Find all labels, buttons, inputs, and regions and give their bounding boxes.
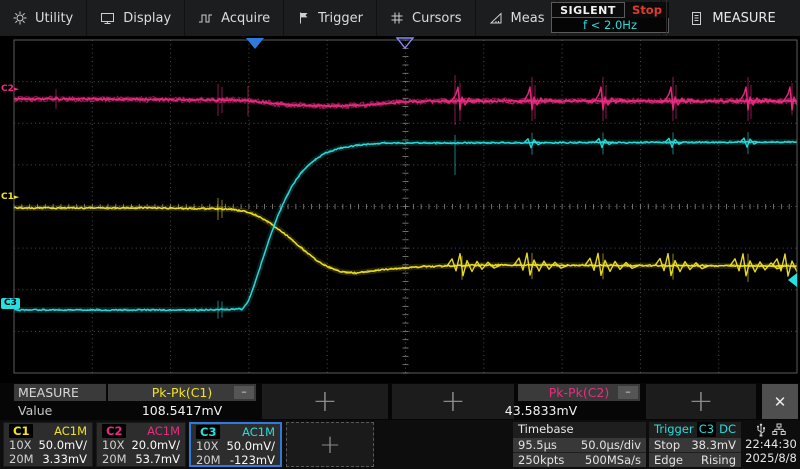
usb-icon <box>756 423 766 437</box>
menu-item-display[interactable]: Display <box>87 0 185 36</box>
measurement-slot-pkpk-c2[interactable]: Pk-Pk(C2) – 43.5833mV <box>518 384 640 419</box>
channel-box-c3-selected[interactable]: C3 AC1M 10X 50.0mV/ 20M -123mV <box>189 422 282 467</box>
sample-rate: 500MSa/s <box>585 453 641 467</box>
acquisition-status: Stop <box>625 2 669 18</box>
measurement-value: 108.5417mV <box>108 401 256 419</box>
trigger-type: Edge <box>654 453 683 467</box>
channel-id: C3 <box>196 425 220 439</box>
channel-offset: 3.33mV <box>42 452 87 466</box>
channel-id: C2 <box>102 424 126 438</box>
probe-attenuation: 10X <box>196 439 219 453</box>
measure-panel-button[interactable]: MEASURE <box>666 0 800 36</box>
trigger-title: Trigger <box>654 422 694 437</box>
gear-icon <box>13 11 27 25</box>
add-measurement-button[interactable]: + <box>646 384 756 419</box>
waveform-display[interactable]: C2► C1► C3 <box>0 36 800 383</box>
probe-attenuation: 10X <box>102 438 125 452</box>
measure-value-row-label: Value <box>14 401 106 419</box>
menu-item-cursors[interactable]: Cursors <box>377 0 476 36</box>
lan-icon <box>772 423 786 436</box>
channel-id: C1 <box>9 424 33 438</box>
volts-per-div: 20.0mV/ <box>131 438 180 452</box>
channel-offset: 53.7mV <box>135 452 180 466</box>
bandwidth-limit: 20M <box>102 452 127 466</box>
collapse-measurement-button[interactable]: – <box>234 386 254 399</box>
top-menu-bar: Utility Display Acquire Trigger Cursors … <box>0 0 800 36</box>
system-status: 22:44:30 2025/8/8 <box>744 422 798 467</box>
collapse-measurement-button[interactable]: – <box>618 386 638 399</box>
acquire-icon <box>198 11 213 25</box>
probe-attenuation: 10X <box>9 438 32 452</box>
clipboard-icon <box>691 11 702 26</box>
status-cluster: SIGLENT Stop f < 2.0Hz <box>551 2 669 34</box>
meas-icon <box>489 11 503 25</box>
channel-box-c2[interactable]: C2 AC1M 10X 20.0mV/ 20M 53.7mV <box>96 422 186 467</box>
measure-panel-button-label: MEASURE <box>712 11 775 26</box>
trigger-slope: Rising <box>701 453 736 467</box>
measure-statistics-bar: MEASURE Value Pk-Pk(C1) – 108.5417mV + +… <box>0 383 800 420</box>
channel-coupling: AC1M <box>242 425 275 439</box>
clock-time: 22:44:30 <box>744 437 798 451</box>
menu-label: Acquire <box>221 11 270 26</box>
waveform-svg <box>0 36 800 383</box>
bottom-status-bar: C1AC1M 10X50.0mV/ 20M3.33mV C2AC1M 10X20… <box>0 420 800 469</box>
menu-label: Utility <box>35 11 73 26</box>
clock-date: 2025/8/8 <box>744 451 798 465</box>
volts-per-div: 50.0mV/ <box>38 438 87 452</box>
trigger-frequency-readout: f < 2.0Hz <box>551 18 669 33</box>
flag-icon <box>297 11 310 25</box>
menu-label: Cursors <box>412 11 462 26</box>
menu-item-utility[interactable]: Utility <box>0 0 87 36</box>
menu-label: Display <box>123 11 171 26</box>
timebase-scale: 50.0µs/div <box>581 438 641 452</box>
trigger-status: Stop <box>654 438 680 452</box>
measurement-slot-pkpk-c1[interactable]: Pk-Pk(C1) – 108.5417mV <box>108 384 256 419</box>
trigger-level-marker[interactable] <box>788 273 797 287</box>
add-measurement-button[interactable]: + <box>262 384 388 419</box>
trigger-box[interactable]: Trigger C3DC Stop 38.3mV Edge Rising <box>649 422 741 467</box>
menu-item-meas[interactable]: Meas <box>476 0 559 36</box>
measure-label-column: MEASURE Value <box>14 384 106 419</box>
measurement-label: Pk-Pk(C1) <box>152 385 213 400</box>
cursors-icon <box>390 11 404 25</box>
timebase-delay: 95.5µs <box>518 438 557 452</box>
timebase-title: Timebase <box>518 422 574 437</box>
bandwidth-limit: 20M <box>9 452 34 466</box>
trigger-position-marker[interactable] <box>246 38 264 49</box>
channel-box-c1[interactable]: C1 AC1M 10X 50.0mV/ 20M 3.33mV <box>3 422 93 467</box>
channel-badge-c1[interactable]: C1► <box>1 192 19 203</box>
measurement-value: 43.5833mV <box>480 401 602 419</box>
bandwidth-limit: 20M <box>196 453 221 467</box>
add-channel-button[interactable]: + <box>286 422 374 467</box>
timebase-box[interactable]: Timebase 95.5µs 50.0µs/div 250kpts 500MSa/… <box>513 422 646 467</box>
trigger-level: 38.3mV <box>691 438 736 452</box>
channel-coupling: AC1M <box>54 424 87 438</box>
channel-coupling: AC1M <box>147 424 180 438</box>
menu-item-trigger[interactable]: Trigger <box>284 0 377 36</box>
trigger-coupling: DC <box>719 422 736 437</box>
menu-label: Trigger <box>318 11 363 26</box>
volts-per-div: 50.0mV/ <box>226 439 275 453</box>
channel-badge-c3[interactable]: C3 <box>1 298 20 309</box>
menu-item-acquire[interactable]: Acquire <box>185 0 284 36</box>
brand-logo: SIGLENT <box>551 2 625 18</box>
channel-badge-c2[interactable]: C2► <box>1 84 19 95</box>
measurement-label: Pk-Pk(C2) <box>549 385 610 400</box>
measure-title: MEASURE <box>14 384 106 401</box>
trigger-source: C3 <box>697 422 716 437</box>
menu-label: Meas <box>511 11 545 26</box>
memory-depth: 250kpts <box>518 453 564 467</box>
display-icon <box>100 11 115 25</box>
channel-offset: -123mV <box>230 453 275 467</box>
close-measure-bar-button[interactable]: ✕ <box>762 384 798 419</box>
